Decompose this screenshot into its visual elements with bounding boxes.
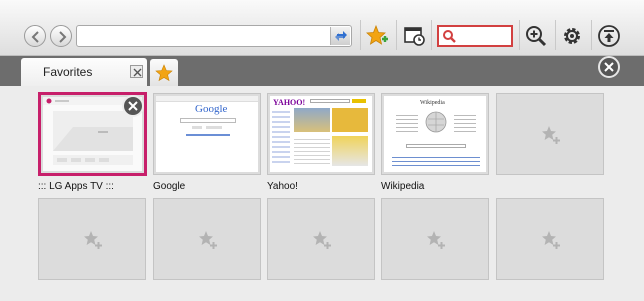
add-favorite-button[interactable] (365, 24, 389, 48)
add-star-icon (427, 231, 445, 249)
google-logo: Google (195, 103, 228, 115)
close-favorites-button[interactable] (598, 56, 620, 78)
empty-favorite-slot[interactable] (153, 198, 261, 280)
add-star-icon (313, 231, 331, 249)
tab-favorites[interactable]: Favorites (21, 58, 147, 86)
yahoo-logo: YAHOO! (273, 98, 306, 107)
remove-favorite-button[interactable] (122, 95, 144, 117)
address-bar[interactable] (76, 25, 352, 47)
star-icon (155, 64, 173, 82)
wikipedia-title: Wikipedia (420, 100, 445, 106)
scroll-top-button[interactable] (597, 24, 621, 48)
empty-favorite-slot[interactable] (381, 198, 489, 280)
yahoo-thumbnail: YAHOO! (270, 96, 372, 172)
tab-label: Favorites (43, 65, 93, 79)
toolbar-divider (396, 20, 397, 50)
toolbar-divider (591, 20, 592, 50)
browser-toolbar (0, 0, 644, 56)
search-icon (443, 30, 456, 43)
refresh-button[interactable] (330, 27, 350, 45)
favorite-tile-wikipedia[interactable]: Wikipedia (381, 93, 489, 175)
favorite-label: Yahoo! (267, 181, 298, 192)
star-add-icon (366, 24, 388, 45)
add-star-icon (542, 231, 560, 249)
add-star-icon (84, 231, 102, 249)
empty-favorite-slot[interactable] (267, 198, 375, 280)
favorites-star-button[interactable] (150, 59, 178, 86)
zoom-in-icon (526, 26, 547, 47)
favorite-tile-yahoo[interactable]: YAHOO! (267, 93, 375, 175)
close-icon (133, 68, 142, 77)
wikipedia-thumbnail: Wikipedia (384, 96, 486, 172)
arrow-up-top-icon (598, 25, 620, 47)
toolbar-divider (555, 20, 556, 50)
zoom-button[interactable] (524, 24, 548, 48)
favorite-label: ::: LG Apps TV ::: (38, 181, 114, 192)
forward-arrow-icon (59, 31, 67, 43)
favorite-tile-google[interactable]: Google (153, 93, 261, 175)
tab-close-button[interactable] (130, 65, 143, 78)
settings-button[interactable] (560, 24, 584, 48)
empty-favorite-slot[interactable] (496, 198, 604, 280)
globe-icon (425, 111, 447, 133)
empty-favorite-slot[interactable] (38, 198, 146, 280)
favorite-label: Google (153, 181, 186, 192)
forward-button[interactable] (50, 25, 72, 47)
refresh-icon (335, 31, 347, 41)
back-arrow-icon (31, 31, 39, 43)
toolbar-divider (519, 20, 520, 50)
tab-bar: Favorites (0, 56, 644, 86)
search-box[interactable] (437, 25, 513, 47)
toolbar-divider (431, 20, 432, 50)
window-clock-icon (404, 27, 425, 46)
close-icon (604, 62, 614, 72)
add-star-icon (542, 126, 560, 144)
empty-favorite-slot[interactable] (496, 93, 604, 175)
add-star-icon (199, 231, 217, 249)
back-button[interactable] (24, 25, 46, 47)
toolbar-divider (360, 20, 361, 50)
gear-icon (564, 28, 580, 44)
close-icon (128, 101, 138, 111)
google-thumbnail: Google (156, 96, 258, 172)
tabs-button[interactable] (402, 24, 426, 48)
favorite-label: Wikipedia (381, 181, 425, 192)
